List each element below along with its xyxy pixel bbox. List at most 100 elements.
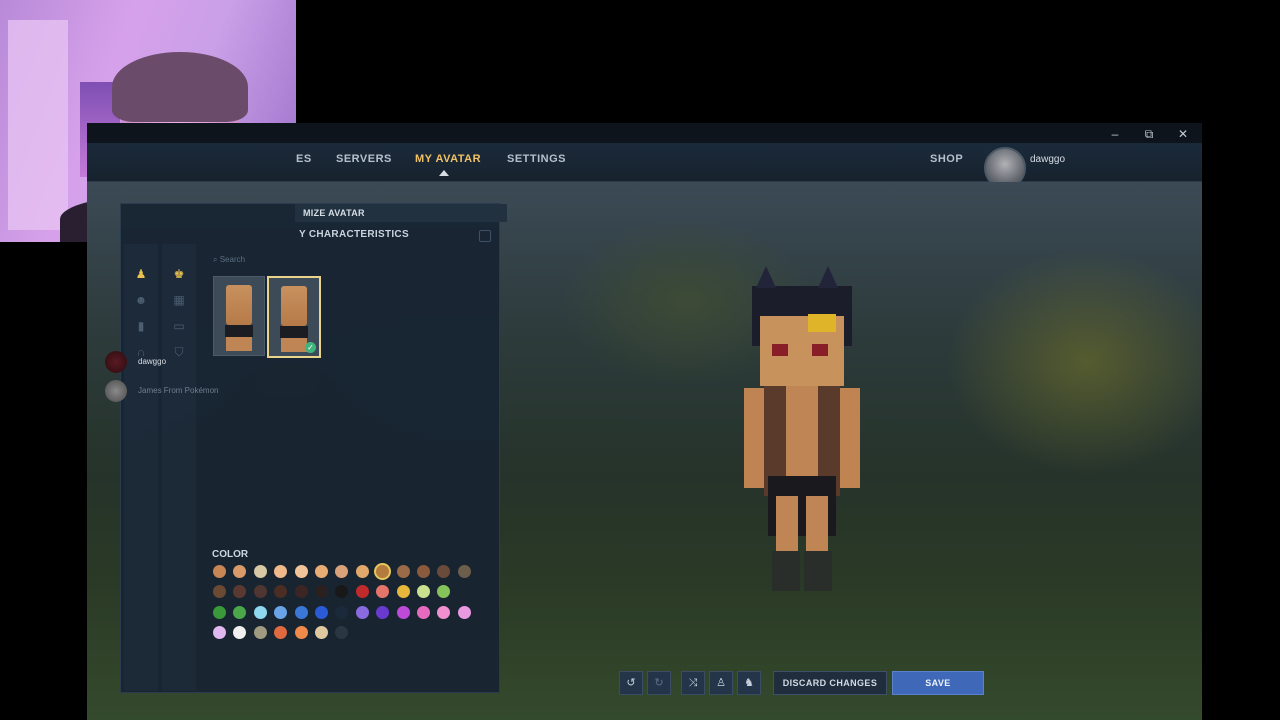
color-swatch[interactable] (253, 565, 267, 578)
color-swatch[interactable] (315, 605, 328, 619)
search-icon: ⌕ (213, 255, 218, 264)
profile-avatar (105, 351, 127, 373)
randomize-outfit-button[interactable]: ♞ (737, 671, 761, 695)
customize-panel: MIZE AVATAR Y CHARACTERISTICS ♟ ☻ ▮ ∩ ♚ … (105, 203, 507, 693)
avatar-ear-left (756, 266, 776, 288)
randomize-character-button[interactable]: ♙ (709, 671, 733, 695)
minimize-button[interactable]: – (1107, 126, 1123, 142)
nav-item-my-avatar[interactable]: MY AVATAR (415, 153, 481, 165)
restore-button[interactable]: ⧉ (1141, 126, 1157, 142)
discard-changes-button[interactable]: DISCARD CHANGES (773, 671, 887, 695)
body-option-card-selected[interactable]: ✓ (267, 276, 321, 358)
avatar-leg-right (806, 496, 828, 556)
color-swatch[interactable] (213, 585, 226, 599)
undo-button[interactable]: ↺ (619, 671, 643, 695)
panel-toggle-icon[interactable] (479, 230, 491, 242)
color-swatch[interactable] (253, 605, 267, 619)
nav-item-games[interactable]: ES (296, 153, 312, 165)
color-swatch[interactable] (233, 565, 247, 578)
color-swatch[interactable] (213, 626, 226, 640)
top-nav: ES SERVERS MY AVATAR SETTINGS SHOP dawgg… (87, 143, 1202, 189)
color-swatch[interactable] (315, 565, 328, 578)
color-swatch[interactable] (213, 565, 226, 578)
category-column-left: ♟ ☻ ▮ ∩ (124, 244, 158, 691)
color-swatch[interactable] (213, 605, 226, 619)
check-icon: ✓ (305, 342, 316, 353)
avatar-arm-left (744, 388, 764, 488)
redo-button[interactable]: ↻ (647, 671, 671, 695)
color-swatch[interactable] (396, 585, 410, 599)
body-icon[interactable]: ♟ (133, 266, 149, 282)
color-swatch[interactable] (274, 565, 288, 578)
color-swatch[interactable] (437, 565, 451, 578)
color-swatch[interactable] (376, 605, 390, 619)
color-swatch[interactable] (355, 605, 369, 619)
game-window: – ⧉ ✕ ES SERVERS MY AVATAR SETTINGS SHOP… (87, 123, 1202, 720)
color-swatch[interactable] (355, 585, 369, 599)
search-placeholder: Search (219, 255, 246, 264)
color-swatch[interactable] (417, 585, 430, 599)
torso-icon[interactable]: ▮ (133, 318, 149, 334)
color-swatch[interactable] (437, 605, 451, 619)
nav-item-shop[interactable]: SHOP (930, 153, 963, 165)
avatar-character[interactable] (742, 266, 862, 606)
color-section-title: COLOR (212, 549, 249, 560)
avatar-boot-left (772, 551, 800, 591)
color-swatch[interactable] (417, 565, 430, 578)
panel-subtitle: Y CHARACTERISTICS (299, 229, 409, 240)
avatar-ear-right (818, 266, 838, 288)
accessory-icon[interactable]: ▭ (171, 318, 187, 334)
search-box[interactable]: ⌕ Search (213, 255, 333, 269)
outfit-icon[interactable]: ▦ (171, 292, 187, 308)
color-swatch[interactable] (294, 626, 308, 640)
avatar-leg-left (776, 496, 798, 556)
color-swatch[interactable] (417, 605, 430, 619)
color-swatch[interactable] (294, 605, 308, 619)
randomize-button[interactable]: ⤨ (681, 671, 705, 695)
color-swatch[interactable] (274, 585, 288, 599)
nav-item-servers[interactable]: SERVERS (336, 153, 392, 165)
color-swatch[interactable] (335, 565, 349, 578)
close-button[interactable]: ✕ (1175, 126, 1191, 142)
color-swatch[interactable] (355, 565, 369, 578)
color-swatch[interactable] (376, 565, 390, 578)
active-tab-caret (439, 170, 449, 176)
color-swatch[interactable] (457, 565, 471, 578)
color-swatch[interactable] (294, 585, 308, 599)
color-swatch[interactable] (396, 605, 410, 619)
color-swatch[interactable] (294, 565, 308, 578)
color-swatch[interactable] (253, 626, 267, 640)
webcam-hair (112, 52, 248, 122)
color-swatch[interactable] (335, 626, 349, 640)
profile-avatar (105, 380, 127, 402)
profile-name: dawggo (138, 357, 167, 366)
color-swatch[interactable] (457, 605, 471, 619)
color-swatch[interactable] (315, 585, 328, 599)
color-swatch[interactable] (437, 585, 451, 599)
webcam-door (8, 20, 68, 230)
color-swatch[interactable] (253, 585, 267, 599)
profile-name: James From Pokémon (138, 386, 219, 395)
color-swatch[interactable] (335, 605, 349, 619)
nav-item-settings[interactable]: SETTINGS (507, 153, 566, 165)
color-swatch[interactable] (335, 585, 349, 599)
color-swatch[interactable] (233, 626, 247, 640)
category-column-right: ♚ ▦ ▭ ⛉ (162, 244, 196, 691)
color-swatch[interactable] (274, 605, 288, 619)
color-swatch[interactable] (315, 626, 328, 640)
characteristics-icon[interactable]: ♚ (171, 266, 187, 282)
avatar-boot-right (804, 551, 832, 591)
avatar-chest (786, 386, 818, 476)
color-swatch[interactable] (274, 626, 288, 640)
color-swatch[interactable] (396, 565, 410, 578)
color-swatch[interactable] (376, 585, 390, 599)
profile-item[interactable]: James From Pokémon (105, 380, 265, 404)
face-icon[interactable]: ☻ (133, 292, 149, 308)
color-swatch[interactable] (233, 585, 247, 599)
avatar-eye-left (772, 344, 788, 356)
color-swatch[interactable] (233, 605, 247, 619)
avatar-eye-right (812, 344, 828, 356)
panel-title: MIZE AVATAR (295, 204, 507, 222)
body-option-card[interactable] (213, 276, 265, 356)
save-button[interactable]: SAVE (892, 671, 984, 695)
